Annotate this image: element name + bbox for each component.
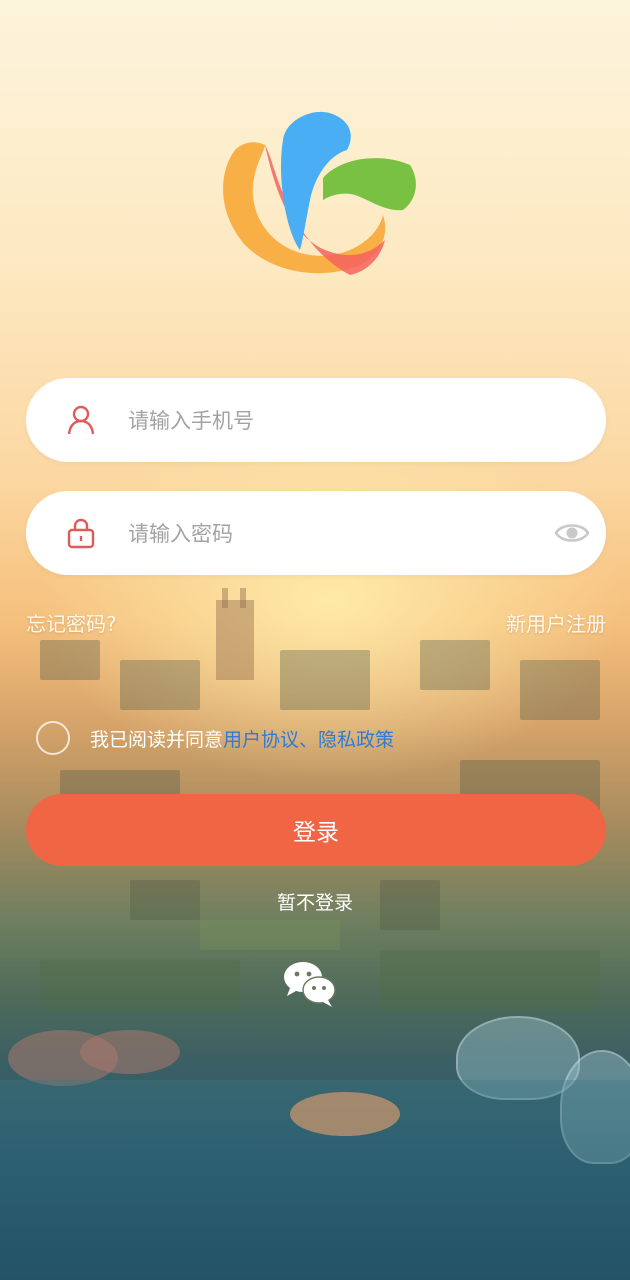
eye-icon[interactable] [554,519,590,547]
agreement-row: 我已阅读并同意用户协议、隐私政策 [36,718,394,758]
lock-icon [67,518,95,549]
wechat-icon[interactable] [282,958,338,1008]
privacy-policy-link[interactable]: 隐私政策 [318,729,394,751]
phone-input[interactable] [126,398,550,444]
agreement-text: 我已阅读并同意用户协议、隐私政策 [90,725,394,752]
login-button[interactable]: 登录 [26,794,606,866]
user-icon [67,405,95,435]
city-logo-icon [223,111,416,275]
skip-login-link[interactable]: 暂不登录 [0,888,630,915]
agreement-checkbox[interactable] [36,721,70,755]
agreement-prefix: 我已阅读并同意 [90,728,224,751]
forgot-password-link[interactable]: 忘记密码? [26,608,117,637]
agreement-separator: 、 [299,728,319,751]
user-agreement-link[interactable]: 用户协议 [223,729,299,751]
register-link[interactable]: 新用户注册 [506,608,606,637]
password-input[interactable] [126,511,550,557]
phone-field[interactable] [26,378,606,462]
password-field[interactable] [26,491,606,575]
